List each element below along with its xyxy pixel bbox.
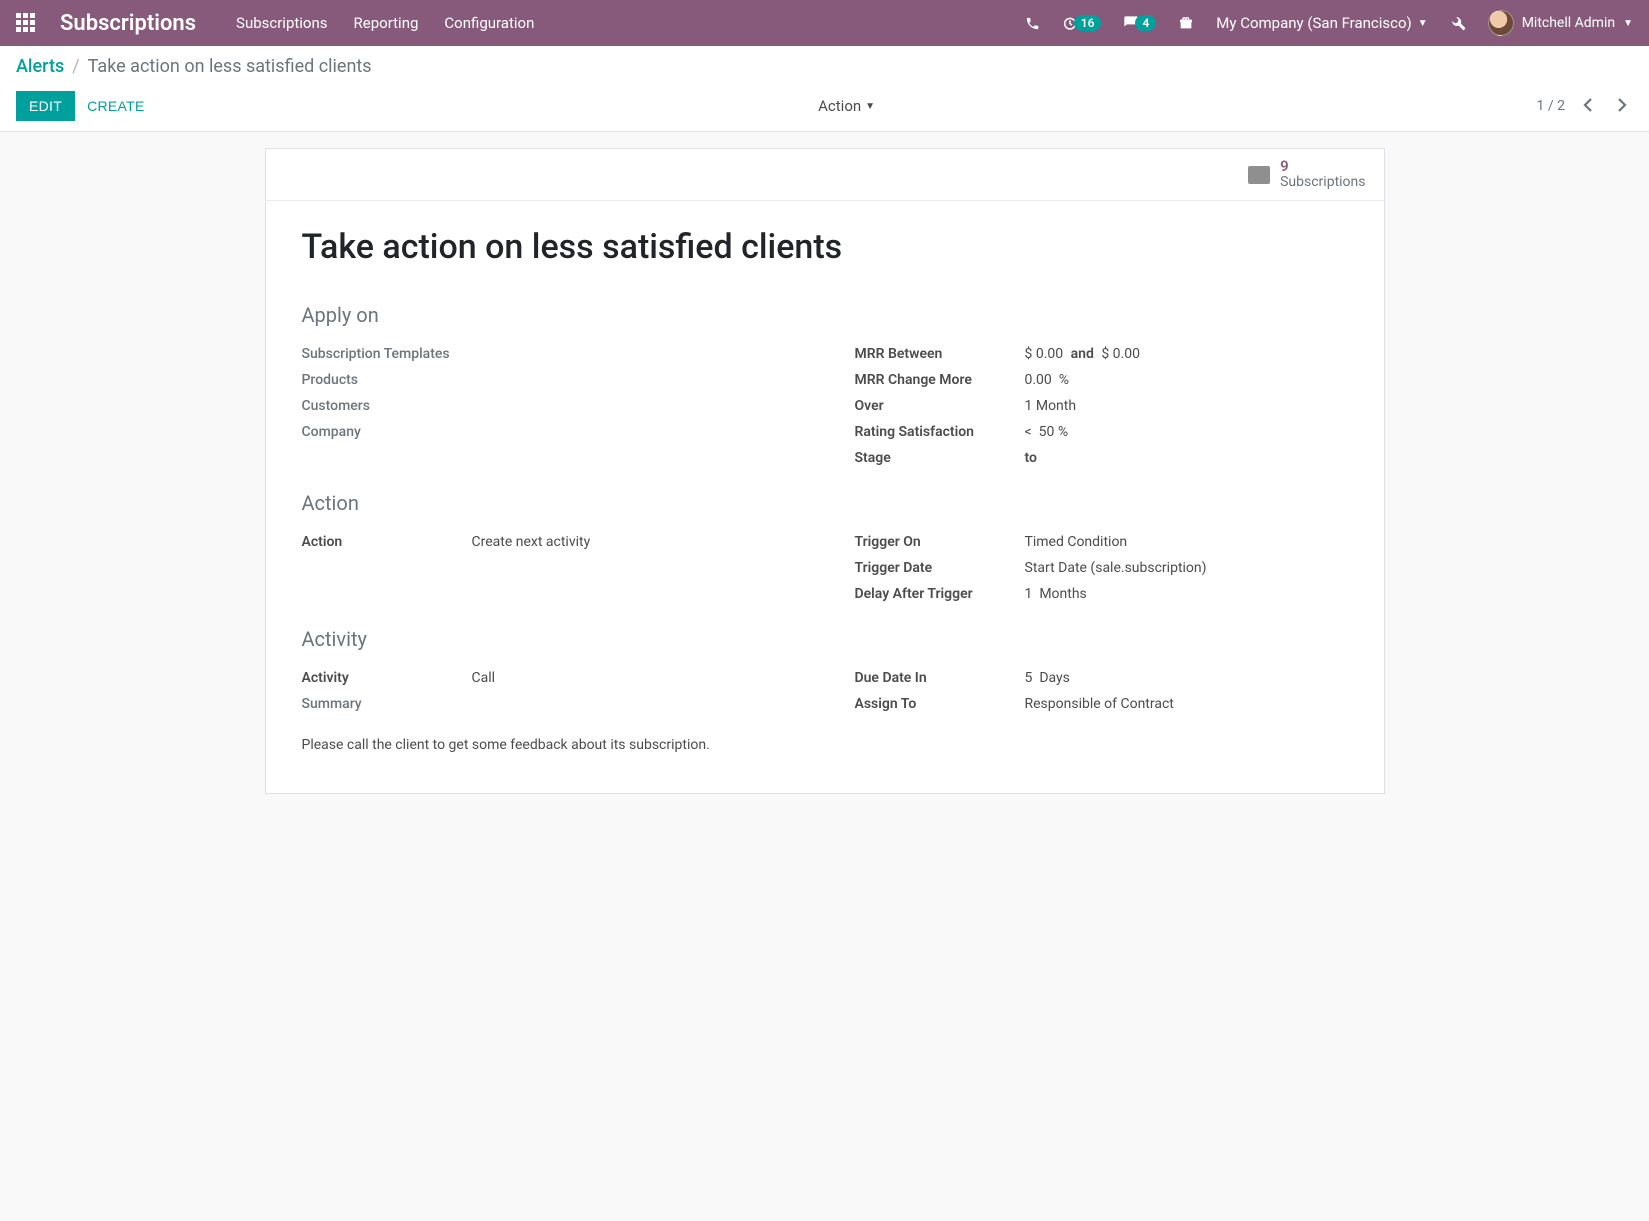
unit-months: Months [1039, 586, 1086, 602]
action-dropdown-label: Action [818, 97, 861, 115]
tools-icon[interactable] [1450, 15, 1466, 31]
edit-button[interactable]: Edit [16, 91, 75, 121]
section-apply-on: Apply on [302, 303, 1348, 327]
pager-prev-icon[interactable] [1577, 92, 1599, 121]
connector-and: and [1071, 346, 1094, 362]
label-customers: Customers [302, 398, 472, 414]
value-assign: Responsible of Contract [1025, 696, 1174, 712]
main-menu: Subscriptions Reporting Configuration [236, 14, 534, 32]
user-menu[interactable]: Mitchell Admin ▼ [1488, 10, 1633, 36]
label-delay: Delay After Trigger [855, 586, 1025, 602]
unit-days: Days [1039, 670, 1070, 686]
chevron-down-icon: ▼ [865, 101, 875, 112]
label-mrr-change: MRR Change More [855, 372, 1025, 388]
stat-label: Subscriptions [1280, 174, 1365, 190]
breadcrumb-parent[interactable]: Alerts [16, 56, 64, 77]
label-over: Over [855, 398, 1025, 414]
form-sheet: 9 Subscriptions Take action on less sati… [265, 148, 1385, 794]
chevron-down-icon: ▼ [1418, 18, 1428, 29]
avatar [1488, 10, 1514, 36]
label-due: Due Date In [855, 670, 1025, 686]
section-activity: Activity [302, 627, 1348, 651]
value-mrr-lo: $ 0.00 [1025, 346, 1064, 362]
menu-configuration[interactable]: Configuration [444, 14, 534, 32]
timer-badge: 16 [1074, 15, 1102, 31]
gift-icon[interactable] [1178, 15, 1194, 31]
label-activity: Activity [302, 670, 472, 686]
value-trigger-on: Timed Condition [1025, 534, 1128, 550]
action-dropdown[interactable]: Action ▼ [818, 97, 875, 115]
chat-icon[interactable]: 4 [1123, 15, 1156, 31]
company-switcher[interactable]: My Company (San Francisco) ▼ [1216, 14, 1427, 32]
label-rating: Rating Satisfaction [855, 424, 1025, 440]
value-mrr-hi: $ 0.00 [1101, 346, 1140, 362]
chat-badge: 4 [1135, 15, 1156, 31]
stat-subscriptions[interactable]: 9 Subscriptions [1248, 159, 1365, 190]
label-trigger-date: Trigger Date [855, 560, 1025, 576]
value-rating: 50 [1039, 424, 1055, 440]
label-mrr-between: MRR Between [855, 346, 1025, 362]
menu-subscriptions[interactable]: Subscriptions [236, 14, 327, 32]
section-action: Action [302, 491, 1348, 515]
label-sub-templates: Subscription Templates [302, 346, 472, 362]
phone-icon[interactable] [1025, 16, 1040, 31]
value-mrr-change: 0.00 [1025, 372, 1052, 388]
chevron-down-icon: ▼ [1623, 18, 1633, 29]
top-nav: Subscriptions Subscriptions Reporting Co… [0, 0, 1649, 46]
summary-note: Please call the client to get some feedb… [302, 737, 1348, 753]
connector-to: to [1025, 450, 1037, 466]
value-action: Create next activity [472, 534, 591, 550]
user-name: Mitchell Admin [1522, 15, 1615, 31]
pager-next-icon[interactable] [1611, 92, 1633, 121]
timer-icon[interactable]: 16 [1062, 15, 1102, 31]
label-products: Products [302, 372, 472, 388]
app-brand[interactable]: Subscriptions [60, 11, 196, 36]
create-button[interactable]: Create [75, 92, 157, 120]
apps-icon[interactable] [16, 13, 36, 33]
label-trigger-on: Trigger On [855, 534, 1025, 550]
unit-percent: % [1058, 424, 1068, 440]
label-stage: Stage [855, 450, 1025, 466]
value-activity: Call [472, 670, 496, 686]
value-over: 1 Month [1025, 398, 1077, 414]
label-summary: Summary [302, 696, 472, 712]
breadcrumb-sep: / [72, 56, 79, 77]
stat-count: 9 [1280, 159, 1365, 174]
label-company: Company [302, 424, 472, 440]
page-title: Take action on less satisfied clients [302, 227, 1348, 267]
pager-text[interactable]: 1 / 2 [1537, 98, 1565, 114]
menu-reporting[interactable]: Reporting [354, 14, 419, 32]
book-icon [1248, 166, 1270, 184]
label-assign: Assign To [855, 696, 1025, 712]
unit-percent: % [1059, 372, 1069, 388]
value-due: 5 [1025, 670, 1033, 686]
control-bar: Alerts / Take action on less satisfied c… [0, 46, 1649, 132]
rating-op: < [1025, 424, 1032, 440]
breadcrumb: Alerts / Take action on less satisfied c… [16, 56, 1633, 77]
value-trigger-date: Start Date (sale.subscription) [1025, 560, 1207, 576]
value-delay: 1 [1025, 586, 1033, 602]
company-name: My Company (San Francisco) [1216, 14, 1411, 32]
breadcrumb-current: Take action on less satisfied clients [88, 56, 372, 77]
label-action: Action [302, 534, 472, 550]
